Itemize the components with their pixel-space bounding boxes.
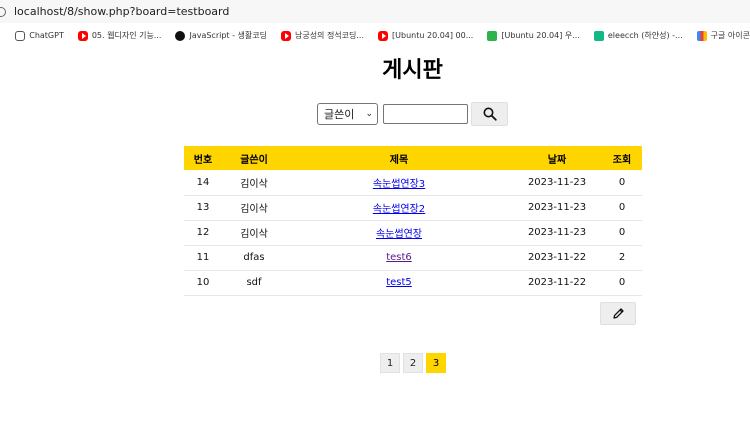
table-row: 10 sdf test5 2023-11-22 0 xyxy=(184,270,642,296)
cell-writer: 김이삭 xyxy=(222,220,286,246)
post-title-link[interactable]: 속눈썹연장 xyxy=(376,229,422,240)
header-title: 제목 xyxy=(286,146,512,170)
pencil-icon xyxy=(612,308,624,319)
search-field-select[interactable]: 글쓴이 ⌄ xyxy=(317,103,378,125)
velog-icon xyxy=(593,30,604,41)
bookmark-namgung[interactable]: 남궁성의 정석코딩... xyxy=(280,30,364,41)
page-button-2[interactable]: 2 xyxy=(403,353,423,373)
header-views: 조회 xyxy=(602,146,642,170)
javascript-icon xyxy=(175,30,186,41)
page-button-3-current[interactable]: 3 xyxy=(426,353,446,373)
cell-title: test6 xyxy=(286,245,512,271)
cell-writer: 김이삭 xyxy=(222,195,286,221)
post-title-link[interactable]: test5 xyxy=(386,277,412,288)
cell-views: 0 xyxy=(602,220,642,246)
youtube-icon xyxy=(280,30,291,41)
post-title-link[interactable]: 속눈썹연장3 xyxy=(373,179,425,190)
chatgpt-icon xyxy=(15,30,26,41)
google-icon xyxy=(696,30,707,41)
site-info-icon[interactable] xyxy=(0,6,6,17)
table-row: 11 dfas test6 2023-11-22 2 xyxy=(184,245,642,271)
address-bar[interactable]: localhost/8/show.php?board=testboard xyxy=(0,0,750,23)
header-writer: 글쓴이 xyxy=(222,146,286,170)
cell-writer: sdf xyxy=(222,270,286,296)
cell-views: 2 xyxy=(602,245,642,271)
bookmark-eleecch[interactable]: eleecch (하얀성) -... xyxy=(593,30,683,41)
url-text[interactable]: localhost/8/show.php?board=testboard xyxy=(14,5,229,18)
cell-date: 2023-11-22 xyxy=(512,270,602,296)
search-form: 글쓴이 ⌄ xyxy=(317,102,508,126)
cell-number: 12 xyxy=(184,220,222,246)
cell-number: 10 xyxy=(184,270,222,296)
bookmark-javascript[interactable]: JavaScript - 생활코딩 xyxy=(175,30,267,41)
cell-title: test5 xyxy=(286,270,512,296)
header-number: 번호 xyxy=(184,146,222,170)
cell-views: 0 xyxy=(602,195,642,221)
table-row: 12 김이삭 속눈썹연장 2023-11-23 0 xyxy=(184,220,642,246)
bookmark-webdesign[interactable]: 05. 웹디자인 기능... xyxy=(77,30,161,41)
table-row: 13 김이삭 속눈썹연장2 2023-11-23 0 xyxy=(184,195,642,221)
bookmark-chatgpt[interactable]: ChatGPT xyxy=(15,30,64,41)
page-button-1[interactable]: 1 xyxy=(380,353,400,373)
write-post-button[interactable] xyxy=(600,302,636,325)
chevron-down-icon: ⌄ xyxy=(365,109,373,119)
header-date: 날짜 xyxy=(512,146,602,170)
cell-views: 0 xyxy=(602,270,642,296)
bookmark-ubuntu-2[interactable]: [Ubuntu 20.04] 우... xyxy=(487,30,580,41)
search-select-value: 글쓴이 xyxy=(324,108,355,121)
cell-number: 13 xyxy=(184,195,222,221)
table-row: 14 김이삭 속눈썹연장3 2023-11-23 0 xyxy=(184,170,642,196)
cell-title: 속눈썹연장 xyxy=(286,220,512,246)
cell-date: 2023-11-23 xyxy=(512,195,602,221)
post-title-link[interactable]: 속눈썹연장2 xyxy=(373,204,425,215)
cell-date: 2023-11-23 xyxy=(512,170,602,196)
cell-number: 11 xyxy=(184,245,222,271)
green-leaf-icon xyxy=(487,30,498,41)
cell-date: 2023-11-22 xyxy=(512,245,602,271)
post-title-link[interactable]: test6 xyxy=(386,252,412,263)
pagination: 1 2 3 xyxy=(380,353,449,373)
search-input[interactable] xyxy=(383,104,468,124)
search-icon xyxy=(483,107,497,121)
bookmark-ubuntu-1[interactable]: [Ubuntu 20.04] 00... xyxy=(378,30,473,41)
table-header-row: 번호 글쓴이 제목 날짜 조회 xyxy=(184,146,642,170)
cell-views: 0 xyxy=(602,170,642,196)
cell-writer: 김이삭 xyxy=(222,170,286,196)
cell-writer: dfas xyxy=(222,245,286,271)
youtube-icon xyxy=(77,30,88,41)
cell-date: 2023-11-23 xyxy=(512,220,602,246)
bookmark-google-icons[interactable]: 구글 아이콘 xyxy=(696,30,750,41)
youtube-icon xyxy=(378,30,389,41)
cell-title: 속눈썹연장2 xyxy=(286,195,512,221)
bookmarks-bar: ChatGPT 05. 웹디자인 기능... JavaScript - 생활코딩… xyxy=(0,23,750,48)
cell-title: 속눈썹연장3 xyxy=(286,170,512,196)
cell-number: 14 xyxy=(184,170,222,196)
search-button[interactable] xyxy=(471,102,508,126)
page-title: 게시판 xyxy=(382,58,443,83)
board-table: 번호 글쓴이 제목 날짜 조회 14 김이삭 속눈썹연장3 2023-11-23… xyxy=(184,146,642,296)
